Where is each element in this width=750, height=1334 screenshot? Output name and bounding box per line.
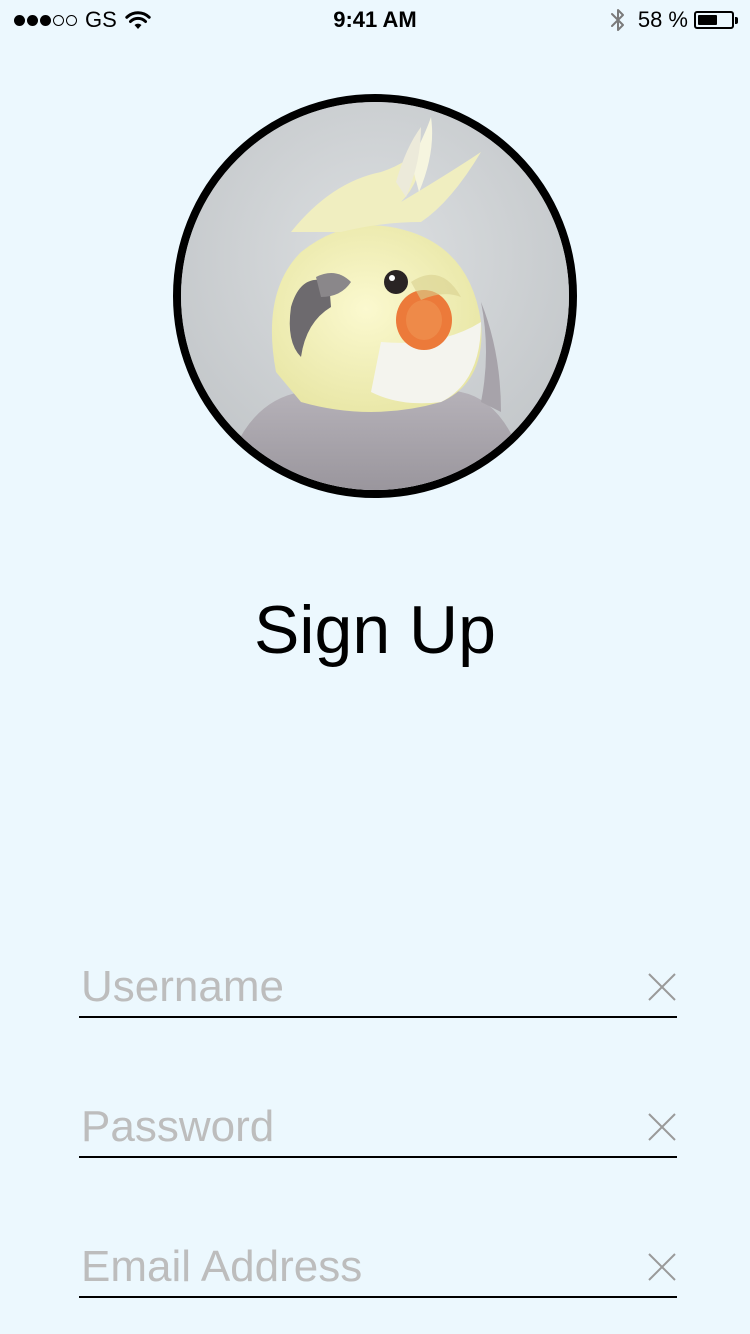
cockatiel-avatar-photo — [181, 102, 569, 490]
clear-username-button[interactable] — [647, 972, 677, 1002]
profile-avatar[interactable] — [173, 94, 577, 498]
bluetooth-icon — [610, 9, 624, 31]
email-input[interactable] — [81, 1240, 621, 1294]
page-title: Sign Up — [254, 592, 496, 668]
battery-icon — [694, 11, 734, 29]
email-field — [79, 1240, 677, 1298]
close-icon — [648, 1113, 676, 1141]
status-right: 58 % — [610, 6, 738, 34]
clear-email-button[interactable] — [647, 1252, 677, 1282]
status-bar: GS 9:41 AM 58 % — [0, 0, 750, 40]
close-icon — [648, 1253, 676, 1281]
clear-password-button[interactable] — [647, 1112, 677, 1142]
password-input[interactable] — [81, 1100, 621, 1154]
battery-level — [698, 15, 717, 25]
password-field — [79, 1100, 677, 1158]
battery-percent: 58 % — [637, 7, 688, 32]
username-field — [79, 960, 677, 1018]
battery-cap — [735, 16, 738, 24]
close-icon — [648, 973, 676, 1001]
username-input[interactable] — [81, 960, 621, 1014]
